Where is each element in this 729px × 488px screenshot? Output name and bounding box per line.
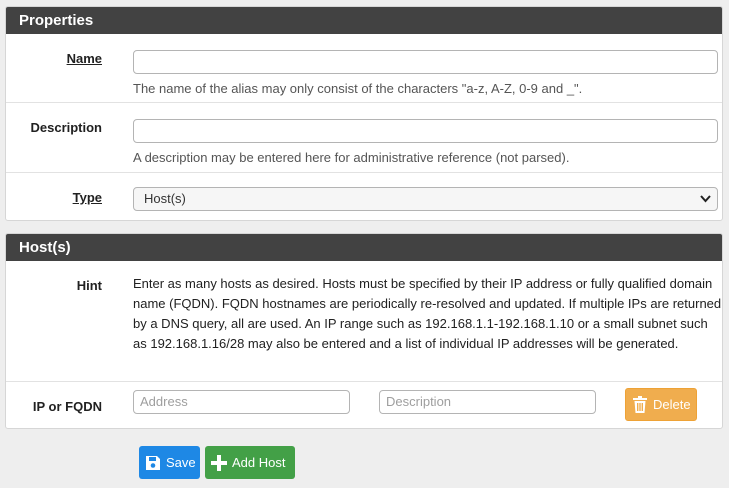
address-placeholder: Address (140, 394, 188, 409)
hosts-panel: Host(s) Hint Enter as many hosts as desi… (5, 233, 723, 429)
host-description-placeholder: Description (386, 394, 452, 409)
add-host-button[interactable]: Add Host (205, 446, 295, 479)
properties-heading: Properties (6, 7, 722, 34)
type-label: Type (72, 190, 102, 205)
description-input[interactable] (133, 119, 718, 143)
description-help-text: A description may be entered here for ad… (133, 150, 570, 165)
add-host-button-label: Add Host (232, 455, 286, 470)
floppy-disk-icon (145, 455, 161, 471)
hint-label: Hint (76, 278, 102, 293)
hint-row: Hint Enter as many hosts as desired. Hos… (6, 261, 722, 382)
trash-icon (632, 395, 648, 414)
type-row: Type Host(s) (6, 173, 722, 220)
chevron-down-icon (700, 188, 711, 219)
host-entry-row: IP or FQDN Address Description Delete (6, 382, 722, 428)
save-button-label: Save (166, 455, 196, 470)
name-label: Name (66, 51, 102, 66)
name-input[interactable] (133, 50, 718, 74)
address-input[interactable]: Address (133, 390, 350, 414)
type-select[interactable]: Host(s) (133, 187, 718, 211)
type-select-value: Host(s) (144, 191, 186, 206)
description-label: Description (30, 120, 102, 135)
plus-icon (211, 454, 227, 471)
hint-text: Enter as many hosts as desired. Hosts mu… (133, 276, 722, 351)
description-row: Description A description may be entered… (6, 103, 722, 173)
name-help-text: The name of the alias may only consist o… (133, 81, 583, 96)
hosts-heading: Host(s) (6, 234, 722, 261)
name-row: Name The name of the alias may only cons… (6, 34, 722, 103)
properties-panel: Properties Name The name of the alias ma… (5, 6, 723, 221)
save-button[interactable]: Save (139, 446, 200, 479)
ip-label: IP or FQDN (32, 399, 102, 414)
delete-button[interactable]: Delete (625, 388, 697, 421)
host-description-input[interactable]: Description (379, 390, 596, 414)
delete-button-label: Delete (653, 397, 691, 412)
